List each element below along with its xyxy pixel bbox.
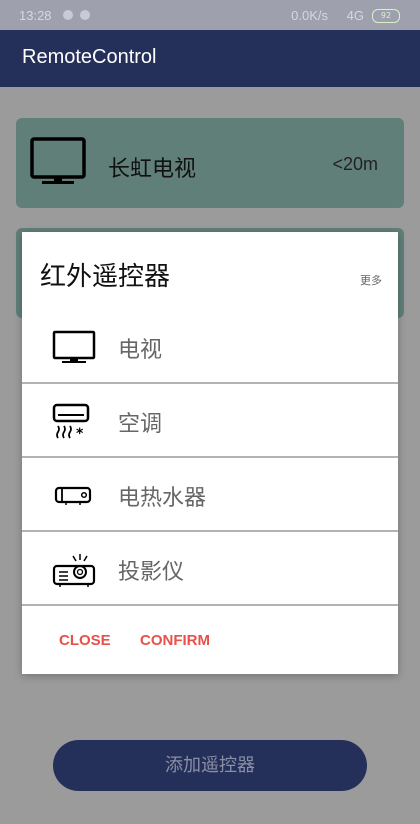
- notification-dot-icon: [80, 10, 90, 20]
- app-title: RemoteControl: [22, 46, 157, 68]
- status-bar: 13:28 0.0K/s 4G 92: [0, 0, 420, 30]
- status-time: 13:28: [19, 8, 52, 23]
- option-label: 空调: [118, 412, 163, 437]
- option-air-conditioner[interactable]: * 空调: [22, 384, 398, 458]
- option-label: 投影仪: [118, 560, 185, 585]
- air-conditioner-icon: *: [52, 403, 90, 440]
- water-heater-icon: [54, 486, 92, 505]
- app-bar: RemoteControl: [0, 30, 420, 87]
- network-speed: 0.0K/s: [291, 8, 328, 23]
- ir-remote-dialog: 红外遥控器 更多 电视 * 空调 电热水器 投影仪 CLOSE CONFIRM: [22, 232, 398, 674]
- option-label: 电热水器: [118, 486, 207, 511]
- tv-icon: [30, 137, 86, 184]
- tv-icon: [52, 330, 96, 363]
- dialog-actions: CLOSE CONFIRM: [22, 616, 398, 674]
- device-card[interactable]: 长虹电视 <20m: [16, 118, 404, 208]
- confirm-button[interactable]: CONFIRM: [140, 632, 210, 649]
- close-button[interactable]: CLOSE: [59, 632, 111, 649]
- projector-icon: [52, 554, 96, 587]
- device-distance: <20m: [332, 154, 378, 174]
- svg-text:*: *: [76, 426, 84, 440]
- dialog-title: 红外遥控器: [40, 262, 171, 292]
- option-projector[interactable]: 投影仪: [22, 532, 398, 606]
- device-name: 长虹电视: [108, 157, 197, 182]
- add-remote-button[interactable]: 添加遥控器: [53, 740, 367, 791]
- more-link[interactable]: 更多: [360, 272, 382, 288]
- option-label: 电视: [118, 338, 163, 363]
- notification-dot-icon: [63, 10, 73, 20]
- option-tv[interactable]: 电视: [22, 310, 398, 384]
- option-water-heater[interactable]: 电热水器: [22, 458, 398, 532]
- signal-indicator: 4G: [346, 8, 364, 23]
- battery-icon: 92: [372, 9, 400, 23]
